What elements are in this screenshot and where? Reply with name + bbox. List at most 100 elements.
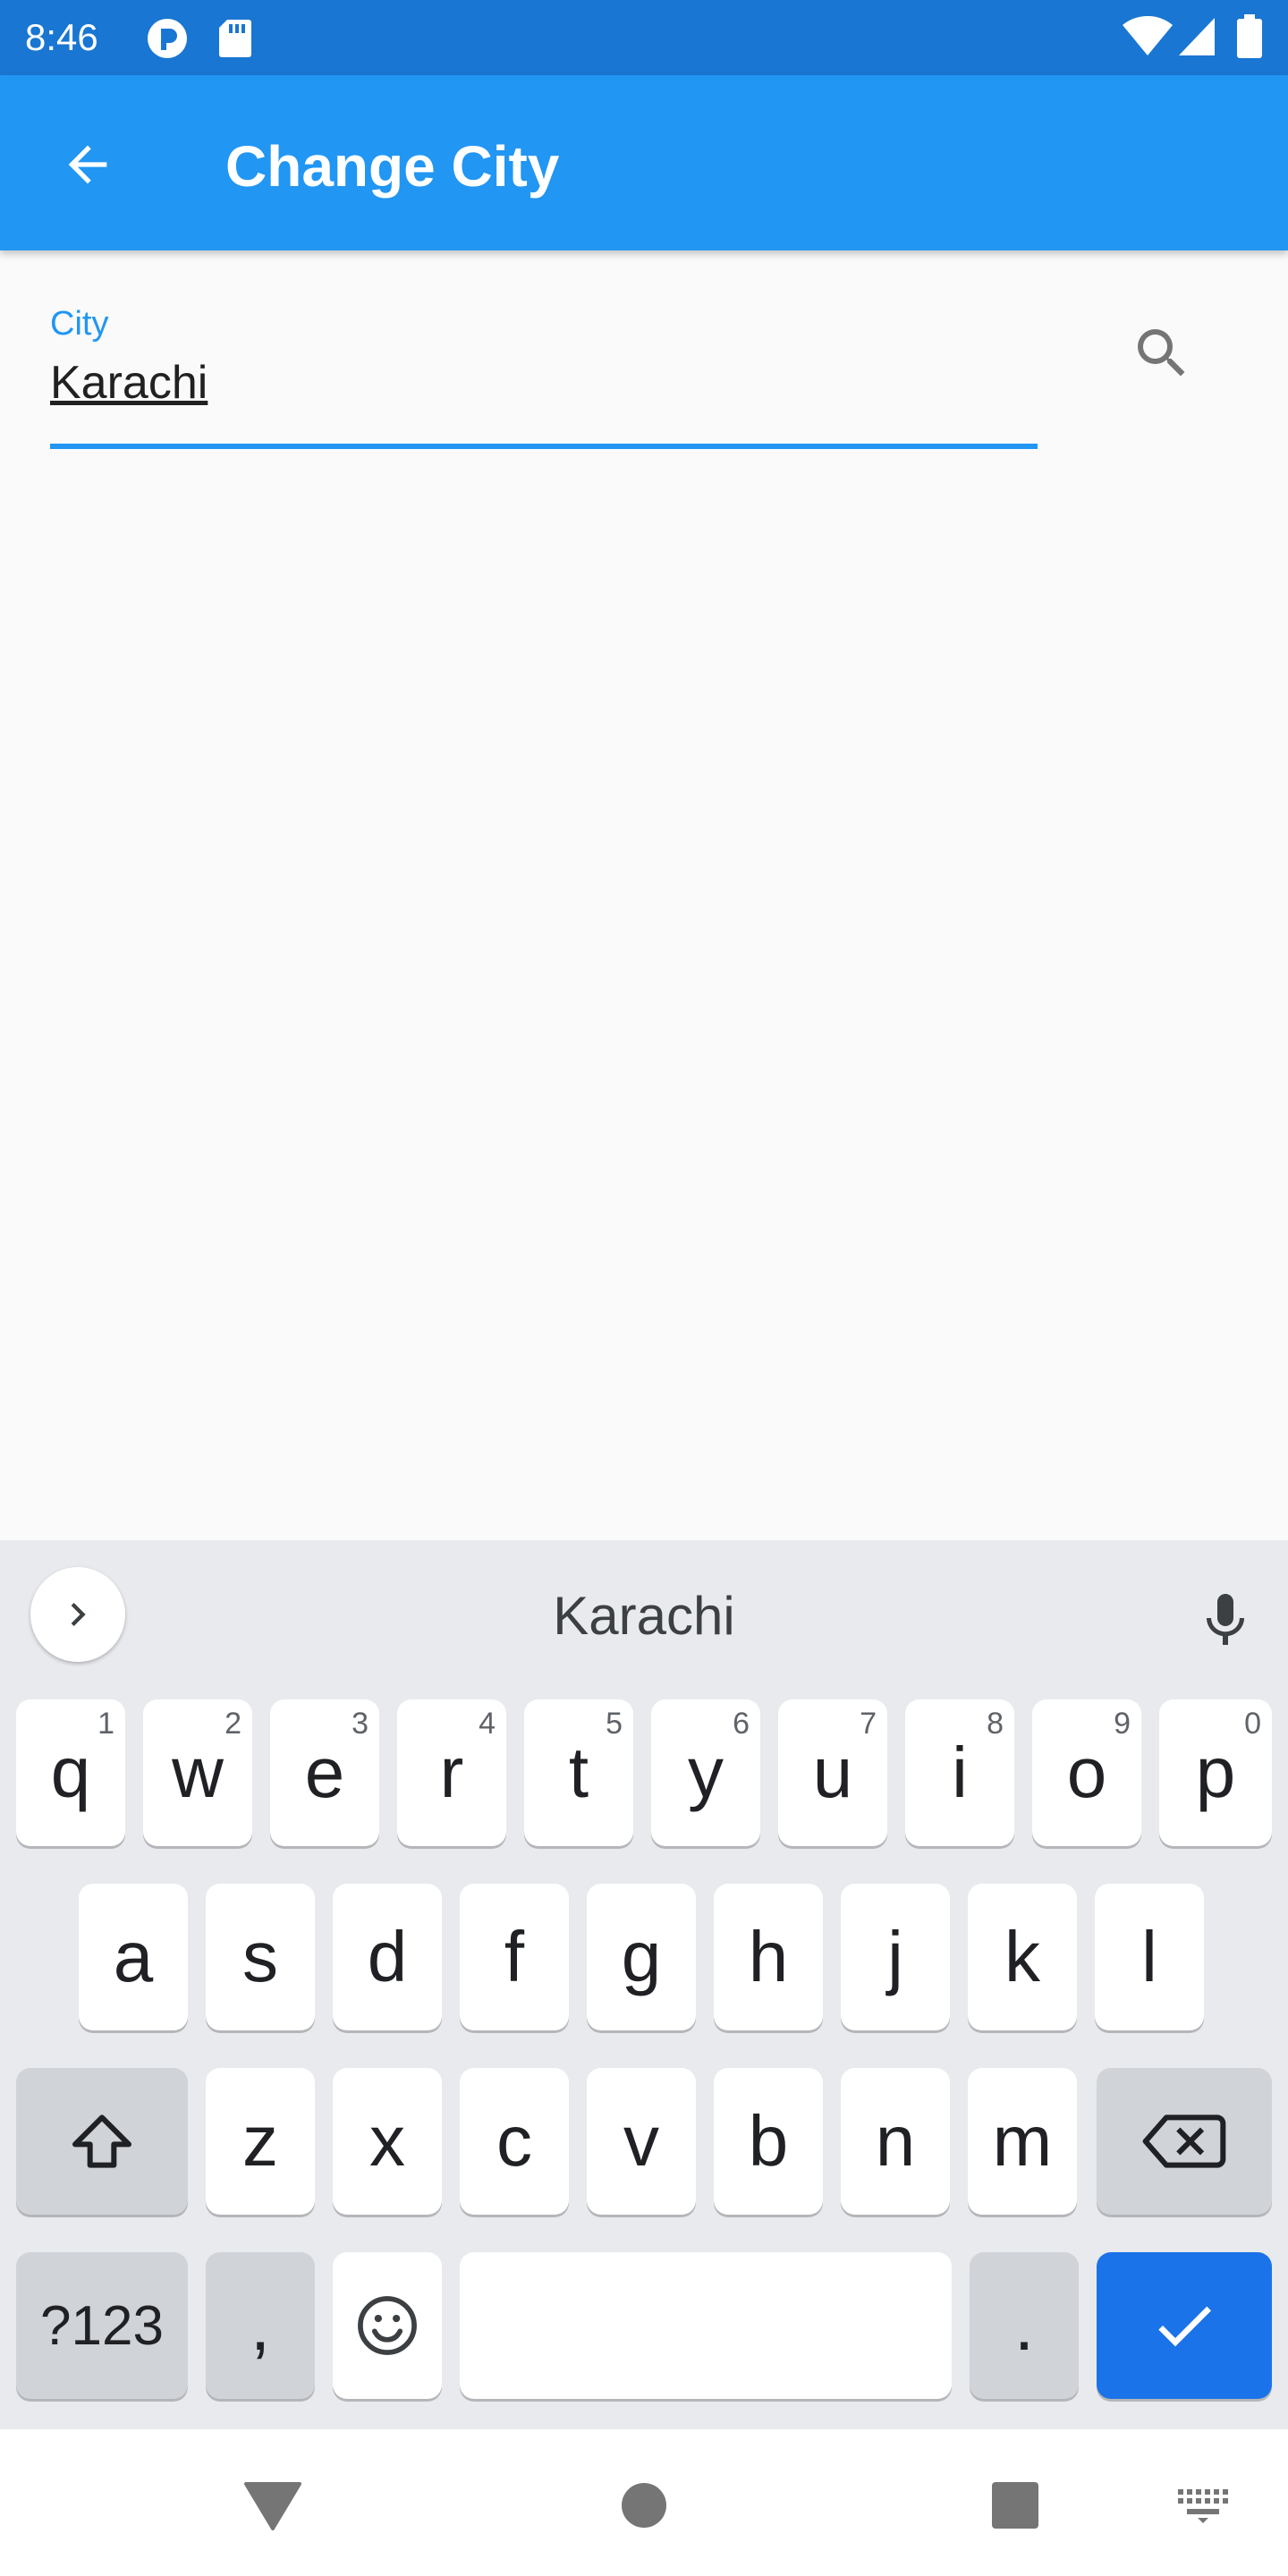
nav-recents-button[interactable] [975,2465,1055,2546]
status-bar: 8:46 [0,0,1288,75]
key-hint: 7 [860,1707,877,1741]
key-hint: 6 [733,1707,750,1741]
arrow-left-icon [68,145,107,184]
key-label: s [242,1917,278,1996]
key-label: ?123 [40,2294,164,2357]
key-label: l [1141,1917,1157,1996]
search-button[interactable] [1122,313,1202,394]
key-label: y [688,1733,724,1812]
key-hint: 5 [606,1707,623,1741]
key-label: g [621,1917,662,1996]
period-key[interactable]: . [970,2252,1079,2399]
keyboard-switch-button[interactable] [1163,2465,1243,2546]
key-hint: 0 [1244,1707,1261,1741]
city-input[interactable] [50,347,1038,419]
wifi-icon [1122,15,1174,62]
key-l[interactable]: l [1095,1884,1204,2030]
key-n[interactable]: n [841,2068,950,2215]
key-label: d [367,1917,408,1996]
key-f[interactable]: f [460,1884,569,2030]
key-z[interactable]: z [206,2068,315,2215]
key-hint: 2 [225,1707,242,1741]
key-label: b [748,2101,789,2181]
microphone-icon [1207,1594,1244,1645]
symbols-key[interactable]: ?123 [16,2252,188,2399]
key-label: n [875,2101,916,2181]
key-y[interactable]: y6 [651,1699,760,1846]
key-hint: 4 [479,1707,496,1741]
navigation-bar [0,2429,1288,2576]
chevron-right-icon [71,1603,86,1626]
nav-home-button[interactable] [604,2465,684,2546]
key-label: t [568,1733,589,1812]
key-label: x [369,2101,405,2181]
notification-app-icon [145,18,190,64]
space-key[interactable] [460,2252,952,2399]
key-label: u [812,1733,853,1812]
key-label: j [887,1917,903,1996]
key-label: e [304,1733,345,1812]
key-label: p [1195,1733,1236,1812]
key-h[interactable]: h [714,1884,823,2030]
key-label: r [439,1733,464,1812]
key-hint: 8 [987,1707,1004,1741]
key-d[interactable]: d [333,1884,442,2030]
page-title: Change City [225,134,560,199]
key-label: v [623,2101,659,2181]
key-j[interactable]: j [841,1884,950,2030]
key-x[interactable]: x [333,2068,442,2215]
expand-toolbar-button[interactable] [30,1567,125,1662]
key-label: w [172,1733,224,1812]
voice-input-button[interactable] [1181,1576,1270,1665]
shift-icon [72,2114,131,2168]
city-field-label: City [50,305,109,343]
key-m[interactable]: m [968,2068,1077,2215]
comma-key[interactable]: , [206,2252,315,2399]
key-i[interactable]: i8 [905,1699,1014,1846]
back-button[interactable] [43,120,132,209]
key-t[interactable]: t5 [524,1699,633,1846]
key-a[interactable]: a [79,1884,188,2030]
key-label: q [50,1733,91,1812]
key-w[interactable]: w2 [143,1699,252,1846]
key-b[interactable]: b [714,2068,823,2215]
app-bar: Change City [0,75,1288,250]
emoji-icon [358,2296,417,2355]
key-label: i [952,1733,968,1812]
key-hint: 9 [1114,1707,1131,1741]
suggestion-strip: Karachi [0,1540,1288,1694]
key-label: . [1013,2285,1035,2365]
key-c[interactable]: c [460,2068,569,2215]
key-q[interactable]: q1 [16,1699,125,1846]
backspace-icon [1142,2114,1226,2168]
cell-signal-icon [1177,16,1216,62]
key-label: h [748,1917,789,1996]
key-label: o [1066,1733,1107,1812]
done-key[interactable] [1097,2252,1272,2399]
key-k[interactable]: k [968,1884,1077,2030]
key-label: f [504,1917,525,1996]
recents-square-icon [992,2482,1038,2529]
key-hint: 3 [352,1707,369,1741]
checkmark-icon [1158,2306,1211,2347]
key-o[interactable]: o9 [1032,1699,1141,1846]
key-r[interactable]: r4 [397,1699,506,1846]
key-u[interactable]: u7 [778,1699,887,1846]
keyboard-switch-icon [1178,2489,1228,2523]
search-icon [1138,329,1185,377]
battery-icon [1236,14,1263,64]
emoji-key[interactable] [333,2252,442,2399]
status-time: 8:46 [25,16,98,58]
shift-key[interactable] [16,2068,188,2215]
key-e[interactable]: e3 [270,1699,379,1846]
backspace-key[interactable] [1097,2068,1272,2215]
suggestion-word[interactable]: Karachi [376,1585,912,1648]
key-label: m [992,2101,1053,2181]
key-p[interactable]: p0 [1159,1699,1272,1846]
key-v[interactable]: v [587,2068,696,2215]
key-g[interactable]: g [587,1884,696,2030]
key-s[interactable]: s [206,1884,315,2030]
key-label: z [242,2101,278,2181]
nav-back-button[interactable] [233,2465,313,2546]
home-circle-icon [622,2483,666,2528]
